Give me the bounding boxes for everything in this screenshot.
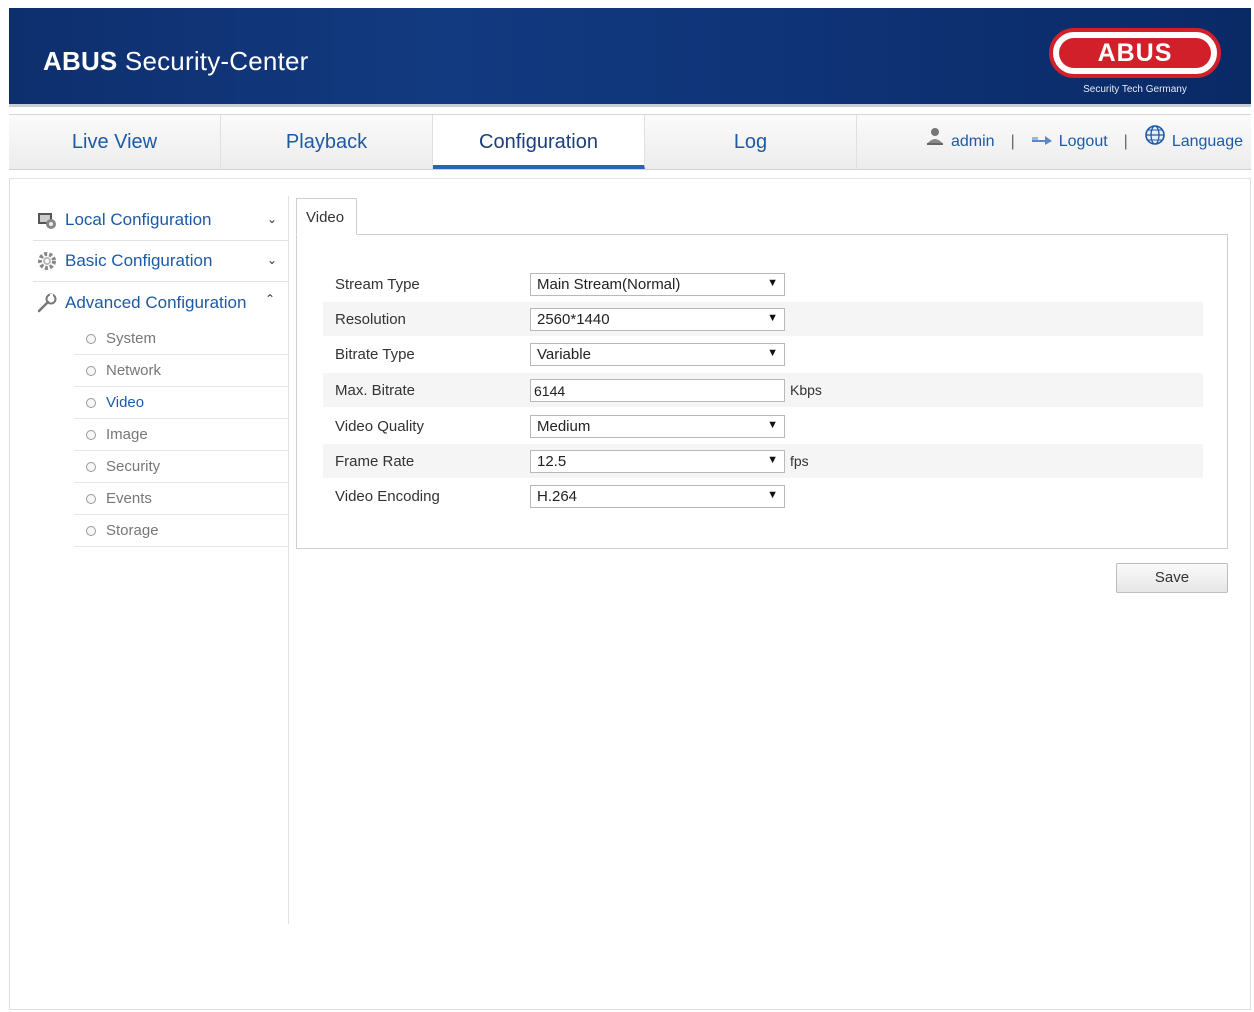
user-area: admin | Logout | Language [925, 115, 1243, 169]
bullet-icon [86, 493, 96, 504]
frame-rate-select[interactable]: 12.5 ▼ [530, 449, 785, 473]
separator: | [1010, 133, 1015, 150]
gear-icon [37, 251, 57, 271]
logo-oval: ABUS [1049, 28, 1221, 78]
unit-label: fps [790, 453, 809, 469]
sidebar-local-configuration[interactable]: Local Configuration ⌄ [33, 200, 289, 241]
dropdown-arrow-icon: ▼ [767, 418, 778, 431]
app-title-rest: Security-Center [117, 46, 309, 76]
sidebar-item-label: System [106, 330, 157, 347]
chevron-up-icon: ⌃ [264, 292, 275, 306]
logo-tagline: Security Tech Germany [1083, 84, 1187, 95]
max-bitrate-input[interactable] [530, 378, 785, 402]
video-settings-panel: Stream Type Main Stream(Normal) ▼ Resolut… [296, 234, 1228, 549]
logout-icon[interactable] [1031, 115, 1053, 169]
sidebar-item-network[interactable]: Network [74, 355, 289, 387]
sidebar: Local Configuration ⌄ Basic Configuratio… [33, 200, 289, 547]
video-quality-select[interactable]: Medium ▼ [530, 414, 785, 438]
bullet-icon [86, 333, 96, 344]
sidebar-item-storage[interactable]: Storage [74, 515, 289, 547]
app-title-brand: ABUS [43, 46, 118, 76]
row-bitrate-type: Bitrate Type Variable ▼ [323, 337, 1203, 371]
logo-text: ABUS [1059, 38, 1211, 68]
language-link[interactable]: Language [1172, 115, 1243, 169]
sidebar-section-label: Advanced Configuration [65, 292, 247, 312]
field-label: Bitrate Type [335, 345, 415, 363]
row-video-encoding: Video Encoding H.264 ▼ [323, 479, 1203, 513]
globe-icon[interactable] [1144, 115, 1166, 169]
tab-live-view[interactable]: Live View [9, 115, 221, 169]
logout-link[interactable]: Logout [1059, 115, 1108, 169]
main-nav: Live View Playback Configuration Log adm… [9, 114, 1251, 170]
sidebar-item-security[interactable]: Security [74, 451, 289, 483]
sidebar-section-label: Basic Configuration [65, 251, 213, 270]
sidebar-item-label: Events [106, 490, 152, 507]
tab-log[interactable]: Log [645, 115, 857, 169]
sidebar-section-label: Local Configuration [65, 210, 212, 229]
sidebar-item-label: Storage [106, 522, 159, 539]
dropdown-arrow-icon: ▼ [767, 276, 778, 289]
row-resolution: Resolution 2560*1440 ▼ [323, 302, 1203, 336]
sidebar-item-system[interactable]: System [74, 323, 289, 355]
wrench-icon [37, 293, 57, 313]
stream-type-select[interactable]: Main Stream(Normal) ▼ [530, 272, 785, 296]
row-video-quality: Video Quality Medium ▼ [323, 409, 1203, 443]
select-value: Variable [537, 345, 591, 363]
select-value: H.264 [537, 487, 578, 505]
select-value: Main Stream(Normal) [537, 275, 681, 293]
dropdown-arrow-icon: ▼ [767, 453, 778, 466]
chevron-down-icon: ⌄ [266, 253, 277, 267]
unit-label: Kbps [790, 382, 822, 398]
tab-configuration[interactable]: Configuration [433, 115, 645, 169]
sidebar-item-label: Network [106, 362, 162, 379]
select-value: Medium [537, 417, 591, 435]
field-label: Video Quality [335, 417, 424, 435]
bullet-icon [86, 429, 96, 440]
sidebar-subitems: System Network Video Image Security Even… [74, 323, 289, 547]
field-label: Video Encoding [335, 487, 440, 505]
abus-logo: ABUS Security Tech Germany [1049, 28, 1221, 104]
bullet-icon [86, 525, 96, 536]
resolution-select[interactable]: 2560*1440 ▼ [530, 307, 785, 331]
video-encoding-select[interactable]: H.264 ▼ [530, 484, 785, 508]
sidebar-item-label: Image [106, 426, 148, 443]
sidebar-divider [288, 196, 289, 924]
monitor-gear-icon [37, 210, 57, 230]
row-stream-type: Stream Type Main Stream(Normal) ▼ [323, 267, 1203, 301]
bullet-icon [86, 461, 96, 472]
select-value: 2560*1440 [537, 310, 610, 328]
row-max-bitrate: Max. Bitrate Kbps [323, 373, 1203, 407]
sidebar-item-label: Video [106, 394, 145, 411]
separator: | [1123, 133, 1128, 150]
chevron-down-icon: ⌄ [266, 212, 277, 226]
select-value: 12.5 [537, 452, 567, 470]
sidebar-item-label: Security [106, 458, 161, 475]
field-label: Frame Rate [335, 452, 415, 470]
bullet-icon [86, 365, 96, 376]
app-header: ABUS Security-Center ABUS Security Tech … [9, 8, 1251, 107]
tab-playback[interactable]: Playback [221, 115, 433, 169]
bitrate-type-select[interactable]: Variable ▼ [530, 342, 785, 366]
dropdown-arrow-icon: ▼ [767, 488, 778, 501]
app-title: ABUS Security-Center [43, 46, 309, 77]
sidebar-item-image[interactable]: Image [74, 419, 289, 451]
bullet-icon [86, 397, 96, 408]
dropdown-arrow-icon: ▼ [767, 346, 778, 359]
tab-video[interactable]: Video [296, 198, 357, 235]
sidebar-item-events[interactable]: Events [74, 483, 289, 515]
username: admin [950, 133, 995, 150]
sidebar-item-video[interactable]: Video [74, 387, 289, 419]
user-icon [925, 115, 945, 169]
field-label: Resolution [335, 310, 406, 328]
sidebar-advanced-configuration[interactable]: Advanced Configuration ⌃ [33, 282, 289, 323]
row-frame-rate: Frame Rate 12.5 ▼ fps [323, 444, 1203, 478]
save-button[interactable]: Save [1116, 563, 1228, 593]
sidebar-basic-configuration[interactable]: Basic Configuration ⌄ [33, 241, 289, 282]
dropdown-arrow-icon: ▼ [767, 311, 778, 324]
field-label: Max. Bitrate [335, 381, 416, 399]
field-label: Stream Type [335, 275, 420, 293]
